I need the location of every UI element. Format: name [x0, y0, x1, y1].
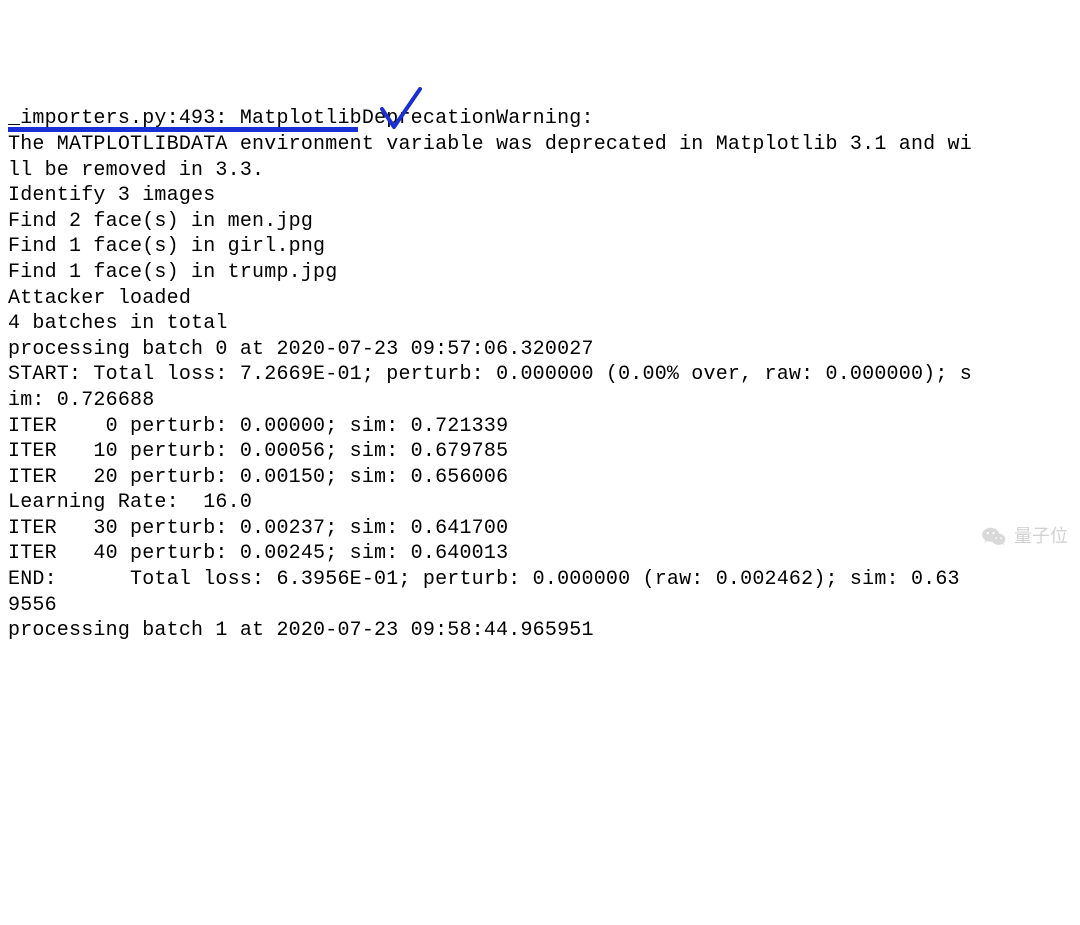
- output-line: Find 2 face(s) in men.jpg: [8, 209, 1072, 235]
- watermark-label: 量子位: [1014, 525, 1068, 548]
- output-line: START: Total loss: 7.2669E-01; perturb: …: [8, 362, 1072, 388]
- output-line: ll be removed in 3.3.: [8, 158, 1072, 184]
- output-line: ITER 40 perturb: 0.00245; sim: 0.640013: [8, 541, 1072, 567]
- output-line: ITER 20 perturb: 0.00150; sim: 0.656006: [8, 465, 1072, 491]
- source-watermark: 量子位: [980, 523, 1068, 551]
- output-line: ITER 0 perturb: 0.00000; sim: 0.721339: [8, 414, 1072, 440]
- output-line: Identify 3 images: [8, 183, 1072, 209]
- output-line: Learning Rate: 16.0: [8, 490, 1072, 516]
- output-line: Attacker loaded: [8, 286, 1072, 312]
- terminal-output: _importers.py:493: MatplotlibDeprecation…: [8, 106, 1072, 643]
- output-line: processing batch 1 at 2020-07-23 09:58:4…: [8, 618, 1072, 644]
- output-line: ITER 30 perturb: 0.00237; sim: 0.641700: [8, 516, 1072, 542]
- output-line: 4 batches in total: [8, 311, 1072, 337]
- highlight-underline: [8, 127, 358, 132]
- output-line: 9556: [8, 593, 1072, 619]
- wechat-icon: [980, 523, 1008, 551]
- output-line: The MATPLOTLIBDATA environment variable …: [8, 132, 1072, 158]
- output-line: im: 0.726688: [8, 388, 1072, 414]
- output-line: Find 1 face(s) in trump.jpg: [8, 260, 1072, 286]
- output-line: Find 1 face(s) in girl.png: [8, 234, 1072, 260]
- output-line: ITER 10 perturb: 0.00056; sim: 0.679785: [8, 439, 1072, 465]
- checkmark-icon: [376, 85, 426, 135]
- output-line: processing batch 0 at 2020-07-23 09:57:0…: [8, 337, 1072, 363]
